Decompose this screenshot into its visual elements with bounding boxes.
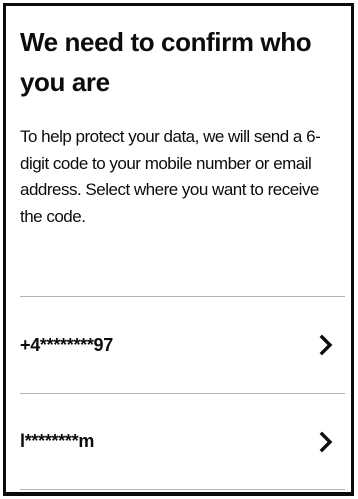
contact-method-list: +4********97 l********m xyxy=(20,296,345,490)
screen-frame: We need to confirm who you are To help p… xyxy=(3,3,354,496)
email-option[interactable]: l********m xyxy=(20,393,345,490)
email-option-label: l********m xyxy=(20,431,95,451)
chevron-right-icon xyxy=(319,334,333,356)
phone-option-label: +4********97 xyxy=(20,334,113,355)
chevron-right-icon xyxy=(319,431,333,452)
page-title: We need to confirm who you are xyxy=(20,27,312,97)
page-description: To help protect your data, we will send … xyxy=(20,127,321,226)
main-content: We need to confirm who you are To help p… xyxy=(20,22,345,230)
phone-option[interactable]: +4********97 xyxy=(20,296,345,393)
